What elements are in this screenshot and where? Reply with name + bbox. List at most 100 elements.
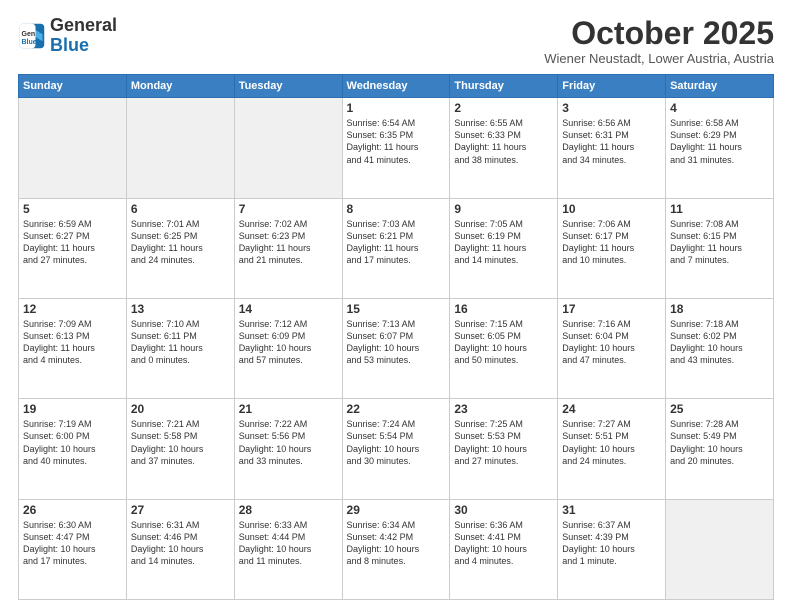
day-number: 12 — [23, 302, 122, 316]
col-thursday: Thursday — [450, 75, 558, 98]
calendar-cell: 2 Sunrise: 6:55 AM Sunset: 6:33 PM Daylig… — [450, 98, 558, 198]
month-title: October 2025 — [544, 16, 774, 51]
day-info: Sunrise: 7:12 AM Sunset: 6:09 PM Dayligh… — [239, 318, 338, 367]
calendar-cell: 19Sunrise: 7:19 AM Sunset: 6:00 PM Dayli… — [19, 399, 127, 499]
col-wednesday: Wednesday — [342, 75, 450, 98]
day-info: Sunrise: 6:58 AM Sunset: 6:29 PM Dayligh… — [670, 117, 769, 166]
calendar-cell — [666, 499, 774, 599]
calendar-cell: 30 Sunrise: 6:36 AM Sunset: 4:41 PM Dayli… — [450, 499, 558, 599]
header: Gen Blue General Blue October 2025 Wiene… — [18, 16, 774, 66]
day-number: 8 — [347, 202, 446, 216]
day-number: 9 — [454, 202, 553, 216]
day-number: 15 — [347, 302, 446, 316]
calendar-cell: 9Sunrise: 7:05 AM Sunset: 6:19 PM Daylig… — [450, 198, 558, 298]
day-number: 27 — [131, 503, 230, 517]
calendar-cell: 29Sunrise: 6:34 AM Sunset: 4:42 PM Dayli… — [342, 499, 450, 599]
day-info: Sunrise: 6:31 AM Sunset: 4:46 PM Dayligh… — [131, 519, 230, 568]
calendar-cell: 28Sunrise: 6:33 AM Sunset: 4:44 PM Dayli… — [234, 499, 342, 599]
day-info: Sunrise: 7:10 AM Sunset: 6:11 PM Dayligh… — [131, 318, 230, 367]
calendar-cell — [126, 98, 234, 198]
day-info: Sunrise: 7:18 AM Sunset: 6:02 PM Dayligh… — [670, 318, 769, 367]
day-number: 30 — [454, 503, 553, 517]
day-number: 13 — [131, 302, 230, 316]
logo-text: General Blue — [50, 16, 117, 56]
day-number: 10 — [562, 202, 661, 216]
day-info: Sunrise: 7:06 AM Sunset: 6:17 PM Dayligh… — [562, 218, 661, 267]
calendar-cell: 8 Sunrise: 7:03 AM Sunset: 6:21 PM Daylig… — [342, 198, 450, 298]
day-number: 31 — [562, 503, 661, 517]
calendar-cell: 11Sunrise: 7:08 AM Sunset: 6:15 PM Dayli… — [666, 198, 774, 298]
day-info: Sunrise: 7:27 AM Sunset: 5:51 PM Dayligh… — [562, 418, 661, 467]
calendar-cell: 24Sunrise: 7:27 AM Sunset: 5:51 PM Dayli… — [558, 399, 666, 499]
day-number: 16 — [454, 302, 553, 316]
calendar-cell: 23 Sunrise: 7:25 AM Sunset: 5:53 PM Dayli… — [450, 399, 558, 499]
calendar-cell: 7Sunrise: 7:02 AM Sunset: 6:23 PM Daylig… — [234, 198, 342, 298]
day-number: 4 — [670, 101, 769, 115]
calendar-cell: 17Sunrise: 7:16 AM Sunset: 6:04 PM Dayli… — [558, 298, 666, 398]
calendar-cell — [234, 98, 342, 198]
logo-line1: General — [50, 16, 117, 36]
calendar-cell: 25 Sunrise: 7:28 AM Sunset: 5:49 PM Dayli… — [666, 399, 774, 499]
svg-text:Blue: Blue — [22, 39, 37, 46]
day-info: Sunrise: 7:01 AM Sunset: 6:25 PM Dayligh… — [131, 218, 230, 267]
calendar-cell: 27 Sunrise: 6:31 AM Sunset: 4:46 PM Dayli… — [126, 499, 234, 599]
day-info: Sunrise: 6:37 AM Sunset: 4:39 PM Dayligh… — [562, 519, 661, 568]
header-row: Sunday Monday Tuesday Wednesday Thursday… — [19, 75, 774, 98]
day-number: 20 — [131, 402, 230, 416]
col-sunday: Sunday — [19, 75, 127, 98]
day-number: 25 — [670, 402, 769, 416]
calendar-cell: 13 Sunrise: 7:10 AM Sunset: 6:11 PM Dayli… — [126, 298, 234, 398]
subtitle: Wiener Neustadt, Lower Austria, Austria — [544, 51, 774, 66]
calendar-table: Sunday Monday Tuesday Wednesday Thursday… — [18, 74, 774, 600]
svg-text:Gen: Gen — [22, 31, 36, 38]
calendar-cell: 21Sunrise: 7:22 AM Sunset: 5:56 PM Dayli… — [234, 399, 342, 499]
day-number: 23 — [454, 402, 553, 416]
day-info: Sunrise: 7:22 AM Sunset: 5:56 PM Dayligh… — [239, 418, 338, 467]
col-friday: Friday — [558, 75, 666, 98]
day-info: Sunrise: 6:54 AM Sunset: 6:35 PM Dayligh… — [347, 117, 446, 166]
day-info: Sunrise: 6:59 AM Sunset: 6:27 PM Dayligh… — [23, 218, 122, 267]
day-number: 19 — [23, 402, 122, 416]
day-info: Sunrise: 7:03 AM Sunset: 6:21 PM Dayligh… — [347, 218, 446, 267]
day-info: Sunrise: 7:28 AM Sunset: 5:49 PM Dayligh… — [670, 418, 769, 467]
day-number: 2 — [454, 101, 553, 115]
calendar-cell: 16 Sunrise: 7:15 AM Sunset: 6:05 PM Dayli… — [450, 298, 558, 398]
calendar-cell: 1 Sunrise: 6:54 AM Sunset: 6:35 PM Daylig… — [342, 98, 450, 198]
day-number: 5 — [23, 202, 122, 216]
day-info: Sunrise: 7:09 AM Sunset: 6:13 PM Dayligh… — [23, 318, 122, 367]
day-info: Sunrise: 7:13 AM Sunset: 6:07 PM Dayligh… — [347, 318, 446, 367]
col-monday: Monday — [126, 75, 234, 98]
day-info: Sunrise: 7:21 AM Sunset: 5:58 PM Dayligh… — [131, 418, 230, 467]
day-info: Sunrise: 7:25 AM Sunset: 5:53 PM Dayligh… — [454, 418, 553, 467]
day-info: Sunrise: 6:34 AM Sunset: 4:42 PM Dayligh… — [347, 519, 446, 568]
calendar-week-3: 12 Sunrise: 7:09 AM Sunset: 6:13 PM Dayli… — [19, 298, 774, 398]
calendar-week-5: 26Sunrise: 6:30 AM Sunset: 4:47 PM Dayli… — [19, 499, 774, 599]
calendar-cell: 6Sunrise: 7:01 AM Sunset: 6:25 PM Daylig… — [126, 198, 234, 298]
calendar-cell: 22Sunrise: 7:24 AM Sunset: 5:54 PM Dayli… — [342, 399, 450, 499]
day-info: Sunrise: 7:15 AM Sunset: 6:05 PM Dayligh… — [454, 318, 553, 367]
calendar-cell: 15 Sunrise: 7:13 AM Sunset: 6:07 PM Dayli… — [342, 298, 450, 398]
calendar-cell: 4 Sunrise: 6:58 AM Sunset: 6:29 PM Daylig… — [666, 98, 774, 198]
day-number: 3 — [562, 101, 661, 115]
logo-line2: Blue — [50, 36, 117, 56]
calendar-cell: 26Sunrise: 6:30 AM Sunset: 4:47 PM Dayli… — [19, 499, 127, 599]
calendar-cell: 10 Sunrise: 7:06 AM Sunset: 6:17 PM Dayli… — [558, 198, 666, 298]
calendar-cell: 14Sunrise: 7:12 AM Sunset: 6:09 PM Dayli… — [234, 298, 342, 398]
day-info: Sunrise: 6:56 AM Sunset: 6:31 PM Dayligh… — [562, 117, 661, 166]
calendar-week-2: 5 Sunrise: 6:59 AM Sunset: 6:27 PM Daylig… — [19, 198, 774, 298]
day-info: Sunrise: 7:02 AM Sunset: 6:23 PM Dayligh… — [239, 218, 338, 267]
day-info: Sunrise: 6:55 AM Sunset: 6:33 PM Dayligh… — [454, 117, 553, 166]
day-number: 1 — [347, 101, 446, 115]
day-info: Sunrise: 6:36 AM Sunset: 4:41 PM Dayligh… — [454, 519, 553, 568]
calendar-body: 1 Sunrise: 6:54 AM Sunset: 6:35 PM Daylig… — [19, 98, 774, 600]
day-number: 18 — [670, 302, 769, 316]
day-info: Sunrise: 7:24 AM Sunset: 5:54 PM Dayligh… — [347, 418, 446, 467]
calendar-cell — [19, 98, 127, 198]
calendar-cell: 3 Sunrise: 6:56 AM Sunset: 6:31 PM Daylig… — [558, 98, 666, 198]
calendar-cell: 5 Sunrise: 6:59 AM Sunset: 6:27 PM Daylig… — [19, 198, 127, 298]
calendar-week-1: 1 Sunrise: 6:54 AM Sunset: 6:35 PM Daylig… — [19, 98, 774, 198]
day-number: 28 — [239, 503, 338, 517]
page: Gen Blue General Blue October 2025 Wiene… — [0, 0, 792, 612]
title-area: October 2025 Wiener Neustadt, Lower Aust… — [544, 16, 774, 66]
calendar-header: Sunday Monday Tuesday Wednesday Thursday… — [19, 75, 774, 98]
